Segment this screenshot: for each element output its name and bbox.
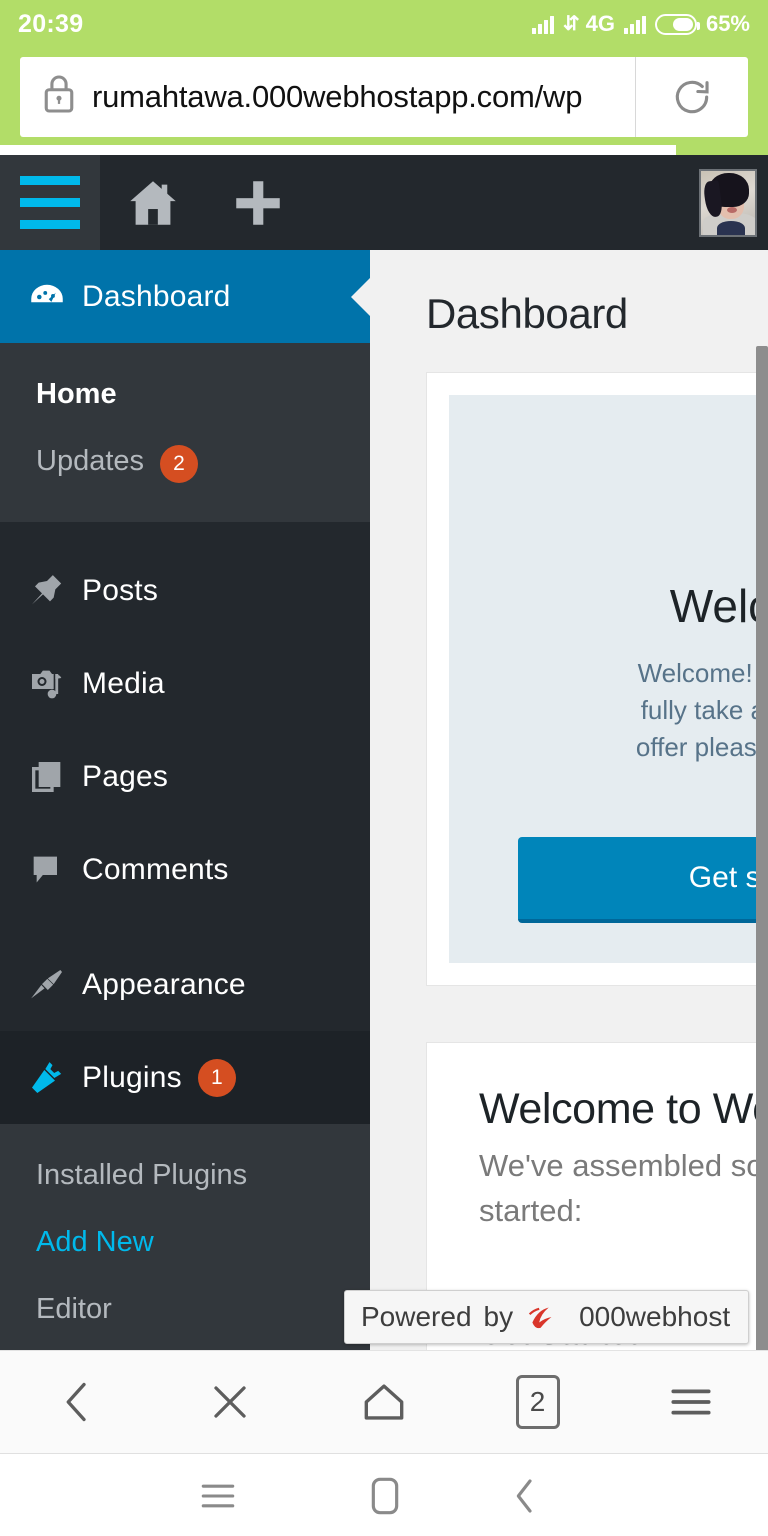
sidebar-item-media[interactable]: Media — [0, 637, 370, 730]
sidebar-label-comments: Comments — [82, 852, 229, 886]
colorlib-title: Welcome t — [669, 580, 768, 632]
sidebar-label-media: Media — [82, 666, 165, 700]
get-started-button[interactable]: Get started w — [518, 836, 768, 923]
submenu-item-add-new[interactable]: Add New — [0, 1209, 370, 1276]
pin-icon — [18, 571, 76, 611]
submenu-item-installed-plugins[interactable]: Installed Plugins — [0, 1142, 370, 1209]
colorlib-brand: colo — [449, 395, 768, 537]
current-menu-arrow — [351, 277, 370, 316]
wp-admin-layout: Dashboard Home Updates 2 Posts Media Pag… — [0, 250, 768, 1350]
browser-home-button[interactable] — [324, 1350, 444, 1454]
colorlib-body-line1: Welcome! Thank you for — [637, 658, 768, 688]
browser-back-button[interactable] — [17, 1350, 137, 1454]
url-field-container[interactable]: rumahtawa.000webhostapp.com/wp — [20, 56, 748, 137]
wp-admin-bar — [0, 155, 768, 250]
wp-welcome-heading: Welcome to Wor — [479, 1084, 768, 1133]
colorlib-panel: colo Welcome t Welcome! Thank you for fu… — [449, 395, 768, 963]
url-text: rumahtawa.000webhostapp.com/wp — [92, 78, 583, 114]
000webhost-logo — [525, 1302, 567, 1332]
colorlib-welcome-card: colo Welcome t Welcome! Thank you for fu… — [426, 372, 768, 986]
tab-count-badge: 2 — [515, 1375, 560, 1429]
sidebar-item-plugins[interactable]: Plugins 1 — [0, 1031, 370, 1124]
sidebar-label-appearance: Appearance — [82, 967, 246, 1001]
menu-separator-2 — [0, 916, 370, 938]
sidebar-label-dashboard: Dashboard — [82, 279, 231, 313]
submenu-label-updates: Updates — [36, 445, 145, 477]
brush-icon — [18, 965, 76, 1005]
nav-back-button[interactable] — [470, 1455, 650, 1536]
signal-bars-icon — [531, 14, 554, 34]
comment-icon — [18, 850, 76, 890]
browser-bottom-bar: 2 — [0, 1350, 768, 1454]
colorlib-body-line3: offer please make sure y — [635, 731, 768, 762]
battery-icon — [654, 13, 700, 35]
hamburger-icon[interactable] — [0, 155, 100, 250]
sidebar-label-plugins: Plugins — [82, 1060, 182, 1094]
menu-separator — [0, 522, 370, 544]
browser-url-bar: rumahtawa.000webhostapp.com/wp — [0, 48, 768, 145]
android-nav-bar — [0, 1455, 768, 1536]
browser-menu-button[interactable] — [631, 1350, 751, 1454]
android-status-bar: 20:39 ⇵ 4G 65% — [0, 0, 768, 48]
pages-icon — [18, 757, 76, 797]
dashboard-submenu: Home Updates 2 — [0, 343, 370, 522]
sidebar-label-posts: Posts — [82, 573, 159, 607]
colorlib-body-line2: fully take advantage of t — [640, 694, 768, 725]
sidebar-item-posts[interactable]: Posts — [0, 544, 370, 637]
progress-fill — [0, 145, 676, 155]
reload-icon[interactable] — [636, 57, 748, 137]
sidebar-item-appearance[interactable]: Appearance — [0, 938, 370, 1031]
sidebar-item-comments[interactable]: Comments — [0, 823, 370, 916]
plugins-submenu: Installed Plugins Add New Editor — [0, 1124, 370, 1350]
sidebar-label-pages: Pages — [82, 759, 169, 793]
submenu-item-home[interactable]: Home — [0, 361, 370, 428]
submenu-item-updates[interactable]: Updates 2 — [0, 428, 370, 500]
page-load-progress — [0, 145, 768, 155]
page-scrollbar[interactable] — [756, 346, 768, 1350]
page-title: Dashboard — [426, 290, 628, 337]
submenu-item-editor[interactable]: Editor — [0, 1276, 370, 1343]
lock-icon — [42, 74, 76, 119]
url-input[interactable]: rumahtawa.000webhostapp.com/wp — [20, 57, 635, 137]
powered-by-connector: by — [483, 1301, 514, 1332]
wp-welcome-body: We've assembled so started: — [479, 1144, 768, 1234]
admin-content: Dashboard colo Welcome t Welcome! Thank … — [370, 250, 768, 1350]
nav-menu-button[interactable] — [0, 1455, 300, 1536]
admin-sidebar: Dashboard Home Updates 2 Posts Media Pag… — [0, 250, 370, 1350]
powered-by-badge[interactable]: Powered by 000webhost — [344, 1290, 750, 1344]
status-indicators: ⇵ 4G 65% — [531, 11, 750, 37]
sidebar-item-pages[interactable]: Pages — [0, 730, 370, 823]
signal-bars-icon-2 — [623, 14, 646, 34]
powered-by-text: Powered — [361, 1301, 472, 1332]
media-icon — [18, 664, 76, 704]
plugins-badge: 1 — [197, 1058, 236, 1097]
000webhost-brand: 000webhost — [579, 1301, 731, 1332]
nav-home-button[interactable] — [300, 1455, 470, 1536]
colorlib-body: Welcome! Thank you for fully take advant… — [449, 655, 768, 803]
sidebar-item-dashboard[interactable]: Dashboard — [0, 250, 370, 343]
plug-icon — [18, 1058, 76, 1098]
wp-welcome-body-line2: started: — [479, 1192, 583, 1228]
browser-stop-button[interactable] — [170, 1350, 290, 1454]
updates-badge: 2 — [160, 445, 199, 483]
wp-welcome-body-line1: We've assembled so — [479, 1147, 764, 1183]
status-clock: 20:39 — [18, 9, 84, 38]
plus-icon[interactable] — [205, 155, 310, 250]
home-icon[interactable] — [100, 155, 205, 250]
browser-tabs-button[interactable]: 2 — [478, 1350, 598, 1454]
web-page-viewport: Dashboard Home Updates 2 Posts Media Pag… — [0, 155, 768, 1350]
avatar[interactable] — [699, 169, 757, 237]
dashboard-icon — [18, 276, 76, 318]
battery-percent-label: 65% — [705, 11, 750, 36]
network-type-label: 4G — [585, 11, 615, 36]
data-transfer-icon: ⇵ — [562, 13, 580, 35]
